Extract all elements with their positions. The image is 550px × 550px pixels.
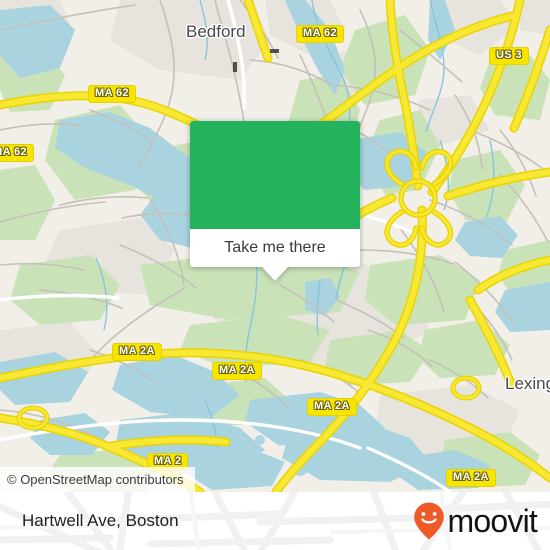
footer-bar: Hartwell Ave, Boston moovit [0, 492, 550, 550]
road-shield-ma2a-west: MA 2A [112, 343, 162, 361]
road-shield-ma62-top: MA 62 [296, 25, 344, 43]
take-me-there-button[interactable]: Take me there [190, 229, 360, 267]
page-title: Hartwell Ave, Boston [22, 511, 179, 530]
popup-pointer-tail [262, 267, 288, 281]
road-shield-us3: US 3 [489, 47, 530, 65]
osm-attribution[interactable]: © OpenStreetMap contributors [0, 467, 195, 492]
map-canvas[interactable]: Bedford Lexing MA 62 US 3 MA 62 MA 62 MA… [0, 0, 550, 492]
popup-image-placeholder [190, 121, 360, 229]
map-popup[interactable]: Take me there [190, 121, 360, 281]
road-shield-ma2a-south: MA 2A [307, 398, 357, 416]
road-shield-ma2a-southeast: MA 2A [446, 469, 496, 487]
map-place-label-bedford: Bedford [186, 22, 246, 41]
moovit-pin-icon [413, 502, 444, 540]
road-shield-ma62-left-edge: MA 62 [0, 144, 34, 162]
map-place-label-lexington: Lexing [505, 374, 550, 393]
map-screenshot: Bedford Lexing MA 62 US 3 MA 62 MA 62 MA… [0, 0, 550, 550]
moovit-wordmark: moovit [447, 503, 538, 539]
osm-attribution-text: © OpenStreetMap contributors [7, 472, 184, 487]
moovit-brand[interactable]: moovit [412, 501, 538, 541]
road-shield-ma62-left-upper: MA 62 [88, 85, 136, 103]
road-shield-ma2a-center: MA 2A [212, 362, 262, 380]
popup-card[interactable]: Take me there [190, 121, 360, 267]
